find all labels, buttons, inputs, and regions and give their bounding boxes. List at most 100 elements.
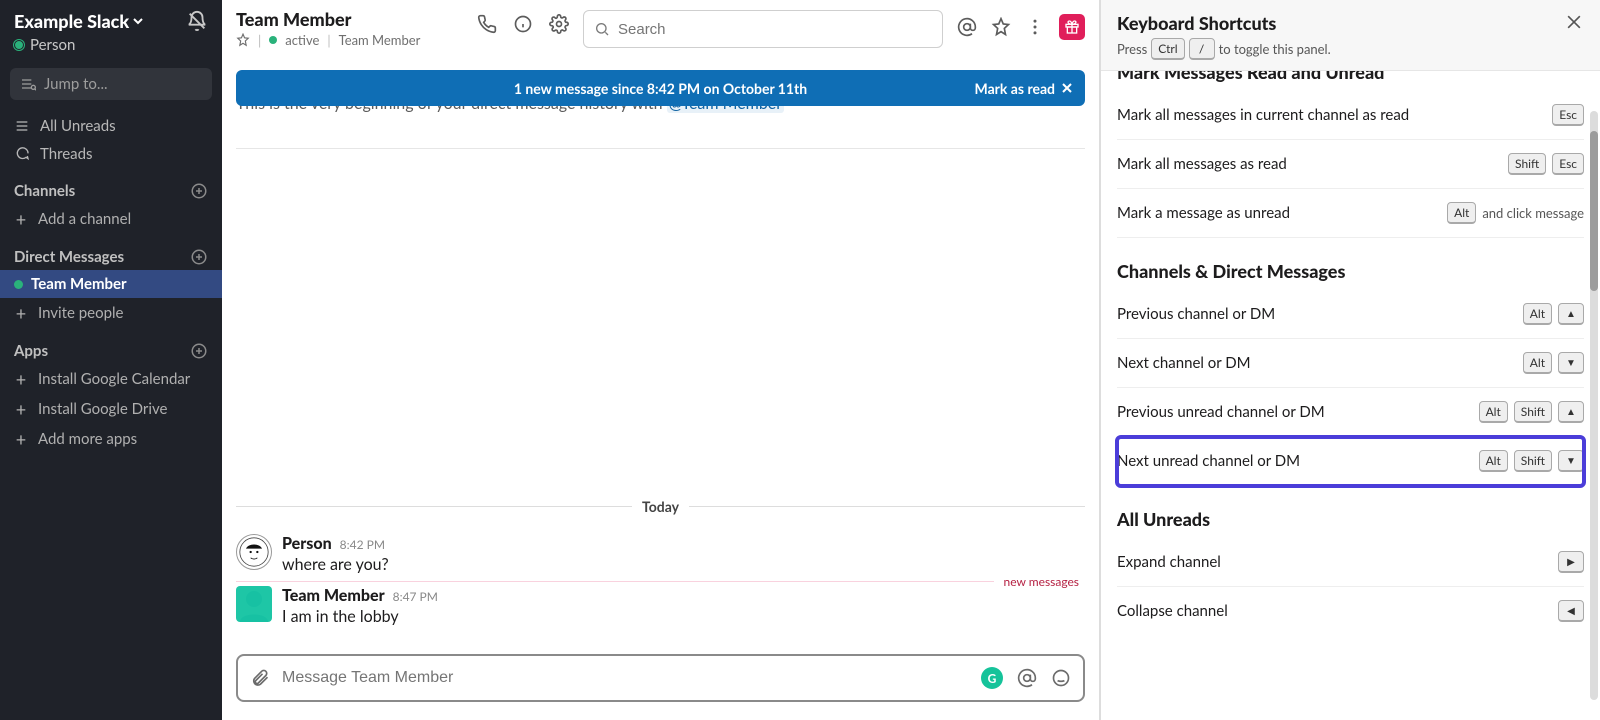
- kbd-key: Shift: [1514, 450, 1552, 472]
- paperclip-icon[interactable]: [250, 668, 270, 688]
- avatar[interactable]: [236, 534, 272, 570]
- shortcut-row: Mark all messages as readShiftEsc: [1117, 140, 1584, 189]
- invite-people[interactable]: + Invite people: [0, 298, 222, 328]
- date-divider: Today: [222, 498, 1099, 515]
- shortcut-keys: Alt▲: [1523, 303, 1584, 325]
- shortcut-row: Mark all messages in current channel as …: [1117, 91, 1584, 140]
- plus-circle-icon[interactable]: [190, 342, 208, 360]
- shortcut-keys: AltShift▲: [1479, 401, 1584, 423]
- person-avatar-icon: [239, 537, 269, 567]
- shortcut-keys: ▶: [1558, 551, 1584, 573]
- plus-icon: +: [14, 306, 28, 320]
- app-item-label: Install Google Drive: [38, 400, 167, 418]
- star-icon[interactable]: [236, 33, 250, 47]
- message-author[interactable]: Team Member: [282, 586, 385, 605]
- composer-input[interactable]: [282, 669, 969, 687]
- close-icon[interactable]: [1061, 82, 1073, 94]
- star-icon[interactable]: [991, 17, 1011, 37]
- jump-placeholder: Jump to...: [44, 75, 108, 93]
- shortcuts-sub-suffix: to toggle this panel.: [1219, 41, 1331, 57]
- close-button[interactable]: [1564, 12, 1584, 36]
- gear-icon[interactable]: [549, 14, 569, 34]
- nav-threads[interactable]: Threads: [0, 140, 222, 168]
- shortcuts-section-title: Mark Messages Read and Unread: [1117, 71, 1584, 83]
- conversation-sub: | active | Team Member: [236, 32, 477, 48]
- plus-circle-icon[interactable]: [190, 182, 208, 200]
- mentions-icon[interactable]: [957, 17, 977, 37]
- grammarly-icon[interactable]: G: [981, 667, 1003, 689]
- shortcuts-section-title: Channels & Direct Messages: [1117, 260, 1584, 282]
- phone-icon[interactable]: [477, 14, 497, 34]
- composer[interactable]: G: [236, 654, 1085, 702]
- threads-icon: [14, 146, 30, 162]
- channels-header[interactable]: Channels: [0, 168, 222, 204]
- shortcuts-section-title: All Unreads: [1117, 508, 1584, 530]
- apps-header[interactable]: Apps: [0, 328, 222, 364]
- more-icon[interactable]: [1025, 17, 1045, 37]
- divider: [236, 148, 1085, 149]
- jump-icon: [20, 76, 36, 92]
- main: Team Member | active | Team Member: [222, 0, 1100, 720]
- shortcut-note: and click message: [1482, 205, 1584, 221]
- search-box[interactable]: [583, 10, 943, 48]
- dms-header-label: Direct Messages: [14, 248, 124, 266]
- app-item-more[interactable]: +Add more apps: [0, 424, 222, 454]
- kbd-key: Shift: [1514, 401, 1552, 423]
- jump-to[interactable]: Jump to...: [10, 68, 212, 100]
- emoji-icon[interactable]: [1051, 668, 1071, 688]
- app-item-label: Add more apps: [38, 430, 137, 448]
- message-pane: 1 new message since 8:42 PM on October 1…: [222, 58, 1099, 720]
- message-author[interactable]: Person: [282, 534, 332, 553]
- scrollbar[interactable]: [1590, 111, 1598, 700]
- kbd-key: Esc: [1552, 153, 1584, 175]
- plus-icon: +: [14, 212, 28, 226]
- self-name: Person: [30, 36, 75, 54]
- kbd-key: /: [1189, 38, 1215, 60]
- app-item-gdrive[interactable]: + Install Google Drive: [0, 394, 222, 424]
- shortcut-row: Mark a message as unread Alt and click mes…: [1117, 189, 1584, 238]
- kbd-key: ◀: [1558, 600, 1584, 622]
- shortcut-desc: Mark all messages as read: [1117, 155, 1498, 173]
- plus-icon: +: [14, 402, 28, 416]
- nav-all-unreads[interactable]: All Unreads: [0, 112, 222, 140]
- kbd-key: Alt: [1523, 352, 1552, 374]
- plus-circle-icon[interactable]: [190, 248, 208, 266]
- dms-header[interactable]: Direct Messages: [0, 234, 222, 270]
- workspace-header[interactable]: Example Slack: [0, 0, 222, 36]
- message-text: I am in the lobby: [282, 607, 1085, 626]
- app-item-gcal[interactable]: +Install Google Calendar: [0, 364, 222, 394]
- kbd-key: Alt: [1447, 202, 1476, 224]
- shortcuts-title: Keyboard Shortcuts: [1117, 12, 1564, 34]
- mentions-icon[interactable]: [1017, 668, 1037, 688]
- shortcut-desc: Previous unread channel or DM: [1117, 403, 1469, 421]
- close-icon: [1564, 12, 1584, 32]
- message-text: where are you?: [282, 555, 1085, 574]
- scrollbar-thumb[interactable]: [1590, 131, 1598, 291]
- app-item-label: Install Google Calendar: [38, 370, 190, 388]
- kbd-key: Ctrl: [1151, 38, 1184, 60]
- shortcut-desc: Expand channel: [1117, 553, 1548, 571]
- whats-new-button[interactable]: [1059, 14, 1085, 40]
- bell-icon[interactable]: [186, 10, 208, 32]
- nav-all-unreads-label: All Unreads: [40, 117, 116, 135]
- search-input[interactable]: [618, 21, 932, 38]
- kbd-key: Esc: [1552, 104, 1584, 126]
- shortcut-desc: Previous channel or DM: [1117, 305, 1513, 323]
- avatar[interactable]: [236, 586, 272, 622]
- conversation-title: Team Member: [236, 8, 477, 30]
- topbar-actions: [477, 8, 569, 34]
- unread-banner[interactable]: 1 new message since 8:42 PM on October 1…: [236, 70, 1085, 106]
- topbar: Team Member | active | Team Member: [222, 0, 1099, 58]
- mark-as-read-button[interactable]: Mark as read: [975, 80, 1073, 97]
- add-channel[interactable]: + Add a channel: [0, 204, 222, 234]
- shortcut-keys: Alt and click message: [1447, 202, 1584, 224]
- shortcut-keys: Alt▼: [1523, 352, 1584, 374]
- presence-dot-icon: [14, 40, 24, 50]
- info-icon[interactable]: [513, 14, 533, 34]
- shortcut-row: Collapse channel◀: [1117, 587, 1584, 635]
- shortcut-desc: Next channel or DM: [1117, 354, 1513, 372]
- shortcut-desc: Mark a message as unread: [1117, 204, 1437, 222]
- dm-item-team-member[interactable]: Team Member: [0, 270, 222, 298]
- kbd-key: Alt: [1523, 303, 1552, 325]
- unread-banner-text: 1 new message since 8:42 PM on October 1…: [514, 80, 807, 97]
